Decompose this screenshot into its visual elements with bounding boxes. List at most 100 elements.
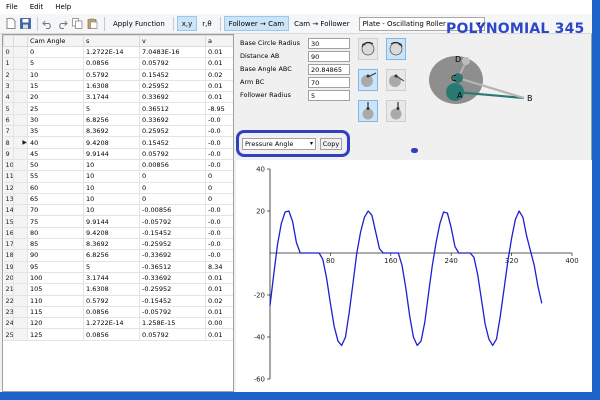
table-row[interactable]: 23 115 0.0856 -0.05792 0.01 [3, 306, 233, 319]
table-row[interactable]: 20 100 3.1744 -0.33692 0.01 [3, 272, 233, 285]
cell-a[interactable]: -8.95 [205, 102, 233, 115]
menu-file[interactable]: File [6, 3, 18, 11]
cell-v[interactable]: -0.36512 [139, 261, 206, 273]
cell-a[interactable]: 0.01 [205, 306, 233, 319]
cell-s[interactable]: 9.9144 [83, 148, 140, 160]
table-row[interactable]: 2 10 0.5792 0.15452 0.02 [3, 69, 233, 81]
new-file-icon[interactable] [4, 17, 17, 30]
redo-icon[interactable] [56, 17, 69, 30]
rtheta-mode-button[interactable]: r,θ [197, 16, 216, 31]
cell-s[interactable]: 5 [83, 261, 140, 273]
table-row[interactable]: 6 30 6.8256 0.33692 -0.0 [3, 114, 233, 127]
cell-s[interactable]: 6.8256 [83, 114, 140, 127]
cell-a[interactable]: 0 [205, 170, 233, 183]
cell-a[interactable]: 0 [205, 193, 233, 206]
table-row[interactable]: 15 75 9.9144 -0.05792 -0.0 [3, 215, 233, 228]
cell-cam-angle[interactable]: 15 [27, 80, 84, 93]
cell-s[interactable]: 10 [83, 193, 140, 206]
cell-cam-angle[interactable]: 25 [27, 102, 84, 115]
cell-s[interactable]: 10 [83, 170, 140, 183]
cell-a[interactable]: 0.01 [205, 272, 233, 285]
follower-to-cam-button[interactable]: Follower → Cam [223, 16, 290, 31]
apply-function-button[interactable]: Apply Function [108, 16, 170, 31]
cell-v[interactable]: -0.00856 [139, 204, 206, 217]
cell-a[interactable]: 0.01 [205, 57, 233, 70]
cell-cam-angle[interactable]: 100 [27, 272, 84, 285]
cell-a[interactable]: 8.34 [205, 261, 233, 273]
cell-a[interactable]: -0.0 [205, 227, 233, 240]
table-row[interactable]: 10 50 10 0.00856 -0.0 [3, 159, 233, 172]
copy-button[interactable]: Copy [320, 138, 342, 150]
table-row[interactable]: 17 85 8.3692 -0.25952 -0.0 [3, 238, 233, 251]
cell-a[interactable]: -0.0 [205, 238, 233, 251]
cell-v[interactable]: 0.05792 [139, 328, 206, 341]
table-row[interactable]: 5 25 5 0.36512 -8.95 [3, 102, 233, 115]
cell-a[interactable]: 0.01 [205, 80, 233, 93]
cell-cam-angle[interactable]: 40 [27, 136, 84, 149]
cell-cam-angle[interactable]: 90 [27, 249, 84, 262]
base-angle-abc-input[interactable]: 20.84865 [308, 64, 350, 75]
follower-radius-input[interactable]: 5 [308, 90, 350, 101]
cell-v[interactable]: 0.05792 [139, 148, 206, 160]
cell-a[interactable]: -0.0 [205, 148, 233, 160]
paste-icon[interactable] [86, 17, 99, 30]
cell-s[interactable]: 10 [83, 182, 140, 194]
table-row[interactable]: 13 65 10 0 0 [3, 193, 233, 206]
cell-cam-angle[interactable]: 50 [27, 159, 84, 172]
cell-v[interactable]: -0.15452 [139, 295, 206, 307]
cell-v[interactable]: 0.15452 [139, 69, 206, 81]
cell-a[interactable]: -0.0 [205, 215, 233, 228]
base-circle-radius-input[interactable]: 30 [308, 38, 350, 49]
cell-v[interactable]: 0.36512 [139, 102, 206, 115]
cell-v[interactable]: -0.33692 [139, 249, 206, 262]
menu-help[interactable]: Help [55, 3, 71, 11]
cell-cam-angle[interactable]: 85 [27, 238, 84, 251]
cell-cam-angle[interactable]: 70 [27, 204, 84, 217]
cell-cam-angle[interactable]: 5 [27, 57, 84, 70]
cell-s[interactable]: 0.5792 [83, 69, 140, 81]
table-row[interactable]: 11 55 10 0 0 [3, 170, 233, 183]
cell-cam-angle[interactable]: 105 [27, 283, 84, 296]
rotate-ccw-button[interactable] [358, 38, 378, 60]
table-row[interactable]: 16 80 9.4208 -0.15452 -0.0 [3, 227, 233, 240]
table-row[interactable]: 9 45 9.9144 0.05792 -0.0 [3, 148, 233, 160]
save-icon[interactable] [19, 17, 32, 30]
cell-v[interactable]: 0.25952 [139, 125, 206, 138]
cell-s[interactable]: 0.0856 [83, 328, 140, 341]
cell-cam-angle[interactable]: 55 [27, 170, 84, 183]
cell-v[interactable]: 0.33692 [139, 91, 206, 104]
cell-s[interactable]: 9.4208 [83, 136, 140, 149]
cell-a[interactable]: -0.0 [205, 136, 233, 149]
cell-a[interactable]: 0.02 [205, 69, 233, 81]
cell-v[interactable]: -0.33692 [139, 272, 206, 285]
cell-cam-angle[interactable]: 20 [27, 91, 84, 104]
cell-v[interactable]: -0.25952 [139, 238, 206, 251]
cell-a[interactable]: 0.00 [205, 317, 233, 330]
cell-s[interactable]: 0.0856 [83, 57, 140, 70]
table-row[interactable]: 8 ▶ 40 9.4208 0.15452 -0.0 [3, 136, 233, 149]
cell-cam-angle[interactable]: 35 [27, 125, 84, 138]
cell-v[interactable]: -0.05792 [139, 215, 206, 228]
cell-cam-angle[interactable]: 115 [27, 306, 84, 319]
cell-cam-angle[interactable]: 30 [27, 114, 84, 127]
cell-cam-angle[interactable]: 95 [27, 261, 84, 273]
rotate-cw-button[interactable] [386, 38, 406, 60]
cell-a[interactable]: 0.01 [205, 46, 233, 59]
table-row[interactable]: 4 20 3.1744 0.33692 0.01 [3, 91, 233, 104]
cell-v[interactable]: 0 [139, 193, 206, 206]
table-row[interactable]: 22 110 0.5792 -0.15452 0.02 [3, 295, 233, 307]
cell-cam-angle[interactable]: 120 [27, 317, 84, 330]
undo-icon[interactable] [41, 17, 54, 30]
cell-v[interactable]: 7.0483E-16 [139, 46, 206, 59]
cell-a[interactable]: -0.0 [205, 114, 233, 127]
cell-v[interactable]: 0.15452 [139, 136, 206, 149]
arm-bc-input[interactable]: 70 [308, 77, 350, 88]
column-header-v[interactable]: v [139, 35, 206, 47]
cell-s[interactable]: 9.9144 [83, 215, 140, 228]
cell-v[interactable]: -0.25952 [139, 283, 206, 296]
cell-a[interactable]: -0.0 [205, 249, 233, 262]
cell-s[interactable]: 6.8256 [83, 249, 140, 262]
cell-cam-angle[interactable]: 60 [27, 182, 84, 194]
offset-follower-button[interactable] [386, 100, 406, 122]
cell-v[interactable]: 0.00856 [139, 159, 206, 172]
